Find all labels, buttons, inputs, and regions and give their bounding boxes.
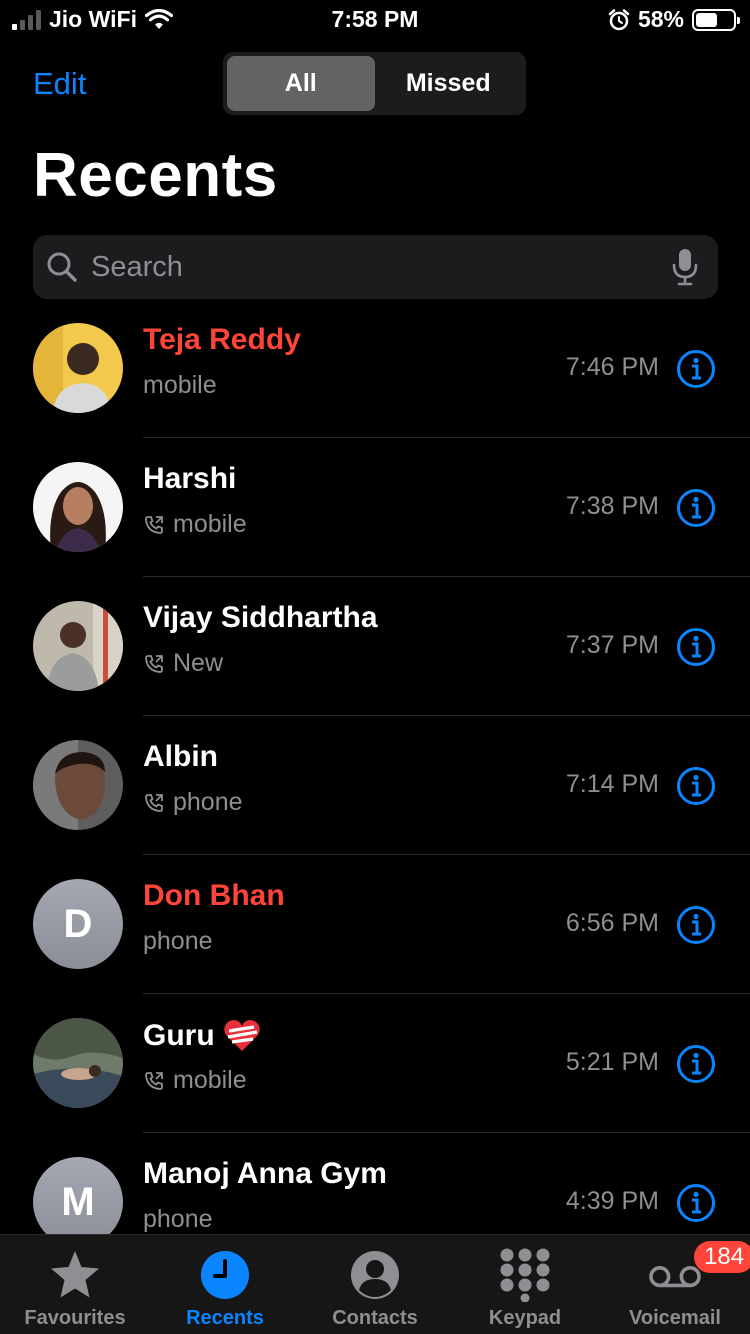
call-subtitle: mobile — [143, 1066, 247, 1095]
info-icon[interactable] — [676, 766, 716, 806]
edit-button[interactable]: Edit — [33, 66, 86, 102]
contact-name: Vijay Siddhartha — [143, 601, 378, 635]
person-circle-icon — [347, 1247, 403, 1303]
battery-percent: 58% — [637, 6, 684, 32]
contact-name: Manoj Anna Gym — [143, 1157, 387, 1191]
call-label: mobile — [173, 1066, 247, 1094]
search-input[interactable] — [89, 249, 670, 285]
recent-calls-list: Teja Reddy mobile 7:46 PM Harshi mobile — [0, 299, 750, 1235]
info-icon[interactable] — [676, 1044, 716, 1084]
contact-name: Guru — [143, 1018, 261, 1054]
info-icon[interactable] — [676, 488, 716, 528]
contact-name: Albin — [143, 740, 218, 774]
tab-label: Recents — [186, 1307, 264, 1329]
call-row[interactable]: Guru mobile 5:21 PM — [0, 994, 750, 1133]
contact-name-text: Albin — [143, 740, 218, 773]
tab-label: Voicemail — [629, 1307, 721, 1329]
outgoing-call-icon — [145, 793, 163, 812]
contact-name: Don Bhan — [143, 879, 285, 913]
tab-label: Keypad — [488, 1307, 562, 1329]
call-label: phone — [143, 927, 213, 955]
tab-contacts[interactable]: Contacts — [300, 1235, 450, 1334]
call-label: mobile — [143, 371, 217, 399]
battery-icon — [692, 8, 740, 31]
call-time: 7:46 PM — [565, 353, 659, 381]
avatar — [33, 740, 123, 830]
call-subtitle: New — [143, 649, 223, 678]
page-title: Recents — [33, 141, 278, 210]
call-subtitle: phone — [143, 927, 213, 956]
info-icon[interactable] — [676, 1183, 716, 1223]
call-subtitle: phone — [143, 788, 243, 817]
call-label: phone — [173, 788, 243, 816]
avatar — [33, 1018, 123, 1108]
star-icon — [47, 1247, 103, 1303]
tab-voicemail[interactable]: 184 Voicemail — [600, 1235, 750, 1334]
contact-name: Teja Reddy — [143, 323, 301, 357]
contact-name: Harshi — [143, 462, 236, 496]
outgoing-call-icon — [145, 515, 163, 534]
contact-name-text: Vijay Siddhartha — [143, 601, 378, 634]
call-time: 4:39 PM — [565, 1187, 659, 1215]
tab-label: Favourites — [24, 1307, 126, 1329]
alarm-icon — [608, 8, 630, 30]
contact-name-text: Manoj Anna Gym — [143, 1157, 387, 1190]
call-time: 7:37 PM — [565, 631, 659, 659]
call-label: mobile — [173, 510, 247, 538]
call-label: phone — [143, 1205, 213, 1233]
info-icon[interactable] — [676, 349, 716, 389]
contact-name-text: Harshi — [143, 462, 237, 495]
info-icon[interactable] — [676, 627, 716, 667]
contact-name-text: Teja Reddy — [143, 323, 301, 356]
tab-label: Contacts — [332, 1307, 418, 1329]
avatar — [33, 462, 123, 552]
tab-bar: Favourites Recents Contacts Keypad 184 V… — [0, 1234, 750, 1334]
call-subtitle: mobile — [143, 371, 217, 400]
voicemail-badge: 184 — [694, 1241, 750, 1273]
segment-all[interactable]: All — [227, 56, 375, 111]
status-bar: Jio WiFi 7:58 PM 58% — [0, 0, 750, 40]
battery-fill — [696, 12, 717, 27]
keypad-icon — [497, 1247, 553, 1303]
clock-icon — [197, 1247, 253, 1303]
segment-missed[interactable]: Missed — [375, 56, 523, 111]
avatar: D — [33, 879, 123, 969]
tab-recents[interactable]: Recents — [150, 1235, 300, 1334]
call-row[interactable]: D Don Bhan phone 6:56 PM — [0, 855, 750, 994]
call-row[interactable]: Vijay Siddhartha New 7:37 PM — [0, 577, 750, 716]
outgoing-call-icon — [145, 654, 163, 673]
call-row[interactable]: Teja Reddy mobile 7:46 PM — [0, 299, 750, 438]
heart-emoji — [223, 1020, 260, 1051]
tab-keypad[interactable]: Keypad — [450, 1235, 600, 1334]
microphone-icon[interactable] — [670, 247, 700, 287]
contact-name-text: Don Bhan — [143, 879, 285, 912]
call-time: 7:38 PM — [565, 492, 659, 520]
call-row[interactable]: Harshi mobile 7:38 PM — [0, 438, 750, 577]
call-subtitle: phone — [143, 1205, 213, 1234]
call-time: 6:56 PM — [565, 909, 659, 937]
call-time: 7:14 PM — [565, 770, 659, 798]
info-icon[interactable] — [676, 905, 716, 945]
call-label: New — [173, 649, 224, 677]
call-time: 5:21 PM — [565, 1048, 659, 1076]
contact-name-text: Guru — [143, 1019, 215, 1052]
outgoing-call-icon — [145, 1071, 163, 1090]
avatar — [33, 601, 123, 691]
status-right: 58% — [608, 6, 740, 33]
avatar: M — [33, 1157, 123, 1235]
tab-favourites[interactable]: Favourites — [0, 1235, 150, 1334]
search-icon — [45, 250, 79, 284]
call-row[interactable]: Albin phone 7:14 PM — [0, 716, 750, 855]
search-bar — [33, 235, 718, 299]
call-row[interactable]: M Manoj Anna Gym phone 4:39 PM — [0, 1133, 750, 1235]
call-filter-segmented-control: All Missed — [223, 52, 526, 115]
call-subtitle: mobile — [143, 510, 247, 539]
avatar — [33, 323, 123, 413]
